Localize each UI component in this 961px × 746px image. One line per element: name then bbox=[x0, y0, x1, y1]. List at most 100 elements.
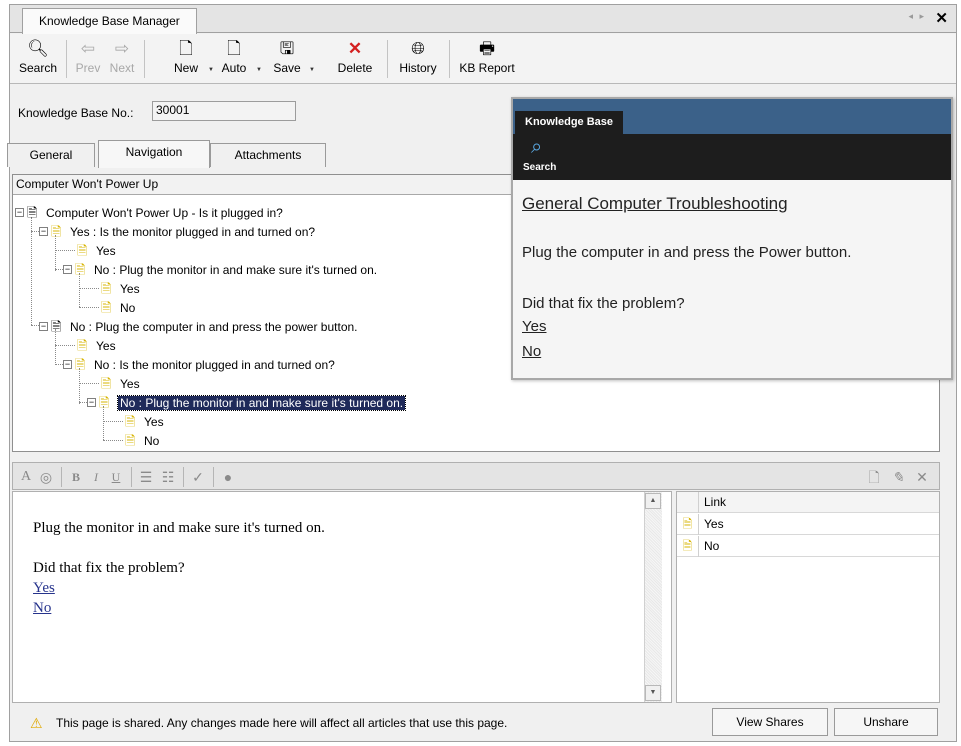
highlight-icon[interactable]: ◎ bbox=[37, 467, 55, 487]
next-button[interactable]: ⇨ Next bbox=[105, 37, 139, 81]
collapse-icon[interactable]: − bbox=[39, 227, 48, 237]
warning-icon: ⚠ bbox=[30, 715, 43, 731]
underline-icon[interactable]: U bbox=[107, 467, 125, 487]
preview-tab[interactable]: Knowledge Base bbox=[515, 111, 624, 134]
tree-node[interactable]: 🗎 Yes bbox=[101, 374, 140, 392]
tree-node-selected[interactable]: − 🗎 No : Plug the monitor in and make sure… bbox=[87, 393, 407, 411]
linked-page-icon: 🗎 bbox=[51, 224, 62, 240]
tree-connector bbox=[79, 307, 99, 308]
link-column-header[interactable]: Link bbox=[704, 492, 726, 512]
tree-node[interactable]: 🗎 Yes bbox=[77, 241, 116, 259]
table-row[interactable]: 🗎 No bbox=[677, 536, 939, 557]
toolbar-divider bbox=[66, 40, 67, 78]
table-row[interactable]: 🗎 Yes bbox=[677, 514, 939, 535]
tree-connector bbox=[55, 250, 75, 251]
main-toolbar: 🔍︎ Search ⇦ Prev ⇨ Next 🗋 New ▼ 🗋 Auto ▼… bbox=[10, 34, 956, 84]
bullet-list-icon[interactable]: ☷ bbox=[159, 467, 177, 487]
page-icon: 🗎 bbox=[677, 536, 699, 557]
collapse-icon[interactable]: − bbox=[87, 398, 96, 408]
search-icon[interactable]: ⌕ bbox=[531, 136, 542, 159]
font-icon[interactable]: A bbox=[17, 467, 35, 487]
search-button[interactable]: 🔍︎ Search bbox=[16, 37, 60, 81]
printer-icon: 🖶 bbox=[478, 39, 496, 58]
tab-navigation[interactable]: Navigation bbox=[98, 140, 210, 168]
arrow-left-icon: ⇦ bbox=[80, 39, 96, 58]
save-button[interactable]: 🖫 Save ▼ bbox=[269, 37, 315, 81]
preview-search-label[interactable]: Search bbox=[523, 162, 556, 173]
numbered-list-icon[interactable]: ☰ bbox=[137, 467, 155, 487]
preview-header: Knowledge Base bbox=[513, 99, 951, 134]
link-cell[interactable]: Yes bbox=[704, 514, 724, 534]
edit-link-icon[interactable]: ✎ bbox=[889, 467, 907, 487]
history-button[interactable]: 🌐︎ History bbox=[393, 37, 443, 81]
kb-preview-popup: Knowledge Base ⌕ Search General Computer… bbox=[511, 97, 953, 380]
document-tab[interactable]: Knowledge Base Manager bbox=[22, 8, 197, 34]
search-icon: 🔍︎ bbox=[27, 39, 49, 58]
tree-connector bbox=[31, 217, 32, 325]
bold-icon[interactable]: B bbox=[67, 467, 85, 487]
editor-scrollbar[interactable] bbox=[644, 492, 662, 702]
document-tab-bar: Knowledge Base Manager ◂ ▸ ✕ bbox=[10, 5, 956, 34]
tree-node[interactable]: − 🗎 Computer Won't Power Up - Is it plugge… bbox=[15, 203, 283, 221]
link-cell[interactable]: No bbox=[704, 536, 719, 556]
scroll-up-icon[interactable]: ▲ bbox=[645, 493, 661, 509]
preview-question-text: Did that fix the problem? bbox=[522, 295, 685, 312]
close-icon[interactable]: ✕ bbox=[935, 9, 948, 27]
auto-number-icon: 🗋 bbox=[227, 39, 241, 58]
kb-number-label: Knowledge Base No.: bbox=[18, 106, 134, 120]
tree-node[interactable]: 🗎 No bbox=[101, 298, 135, 316]
tree-node[interactable]: − 🗎 No : Plug the computer in and press th… bbox=[39, 317, 358, 335]
view-shares-button[interactable]: View Shares bbox=[712, 708, 828, 736]
tab-scroll-arrows-icon[interactable]: ◂ ▸ bbox=[908, 11, 926, 22]
tree-node[interactable]: − 🗎 No : Plug the monitor in and make sure… bbox=[63, 260, 377, 278]
preview-link-yes[interactable]: Yes bbox=[522, 318, 546, 335]
new-button[interactable]: 🗋 New ▼ bbox=[168, 37, 214, 81]
tab-attachments[interactable]: Attachments bbox=[210, 143, 326, 167]
new-document-icon: 🗋 bbox=[179, 39, 193, 58]
tree-node[interactable]: 🗎 No bbox=[125, 431, 159, 449]
collapse-icon[interactable]: − bbox=[15, 208, 24, 218]
history-globe-icon: 🌐︎ bbox=[411, 39, 425, 58]
tree-connector bbox=[103, 421, 123, 422]
kb-number-field[interactable]: 30001 bbox=[152, 101, 296, 121]
delete-link-icon[interactable]: ✕ bbox=[913, 467, 931, 487]
scroll-down-icon[interactable]: ▼ bbox=[645, 685, 661, 701]
editor-link-yes[interactable]: Yes bbox=[33, 578, 651, 598]
chevron-down-icon[interactable]: ▼ bbox=[309, 67, 315, 73]
unshare-button[interactable]: Unshare bbox=[834, 708, 938, 736]
preview-link-no[interactable]: No bbox=[522, 343, 541, 360]
insert-link-icon[interactable]: ● bbox=[219, 467, 237, 487]
new-link-icon[interactable]: 🗋 bbox=[865, 467, 883, 487]
link-grid: Link 🗎 Yes 🗎 No bbox=[676, 491, 940, 703]
italic-icon[interactable]: I bbox=[87, 467, 105, 487]
preview-title[interactable]: General Computer Troubleshooting bbox=[522, 194, 788, 214]
collapse-icon[interactable]: − bbox=[63, 265, 72, 275]
page-icon: 🗎 bbox=[77, 338, 88, 354]
tab-general[interactable]: General bbox=[7, 143, 95, 167]
tree-node[interactable]: − 🗎 No : Is the monitor plugged in and tur… bbox=[63, 355, 335, 373]
chevron-down-icon[interactable]: ▼ bbox=[208, 67, 214, 73]
collapse-icon[interactable]: − bbox=[63, 360, 72, 370]
page-icon: 🗎 bbox=[77, 243, 88, 259]
tree-node[interactable]: 🗎 Yes bbox=[125, 412, 164, 430]
chevron-down-icon[interactable]: ▼ bbox=[256, 67, 262, 73]
kb-report-button[interactable]: 🖶 KB Report bbox=[455, 37, 519, 81]
tree-node[interactable]: 🗎 Yes bbox=[101, 279, 140, 297]
preview-search-bar: ⌕ Search bbox=[513, 134, 951, 180]
tree-connector bbox=[79, 288, 99, 289]
toolbar-divider bbox=[144, 40, 145, 78]
tree-connector bbox=[103, 440, 123, 441]
page-icon: 🗎 bbox=[101, 376, 112, 392]
delete-button[interactable]: ✕ Delete bbox=[333, 37, 377, 81]
spell-check-icon[interactable]: ✓ bbox=[189, 467, 207, 487]
editor-link-no[interactable]: No bbox=[33, 598, 651, 618]
tree-node[interactable]: 🗎 Yes bbox=[77, 336, 116, 354]
collapse-icon[interactable]: − bbox=[39, 322, 48, 332]
linked-page-icon: 🗎 bbox=[27, 205, 38, 221]
tree-node[interactable]: − 🗎 Yes : Is the monitor plugged in and tu… bbox=[39, 222, 315, 240]
tree-connector bbox=[103, 406, 104, 440]
page-icon: 🗎 bbox=[125, 414, 136, 430]
prev-button[interactable]: ⇦ Prev bbox=[71, 37, 105, 81]
content-editor[interactable]: Plug the monitor in and make sure it's t… bbox=[12, 491, 672, 703]
auto-button[interactable]: 🗋 Auto ▼ bbox=[216, 37, 262, 81]
